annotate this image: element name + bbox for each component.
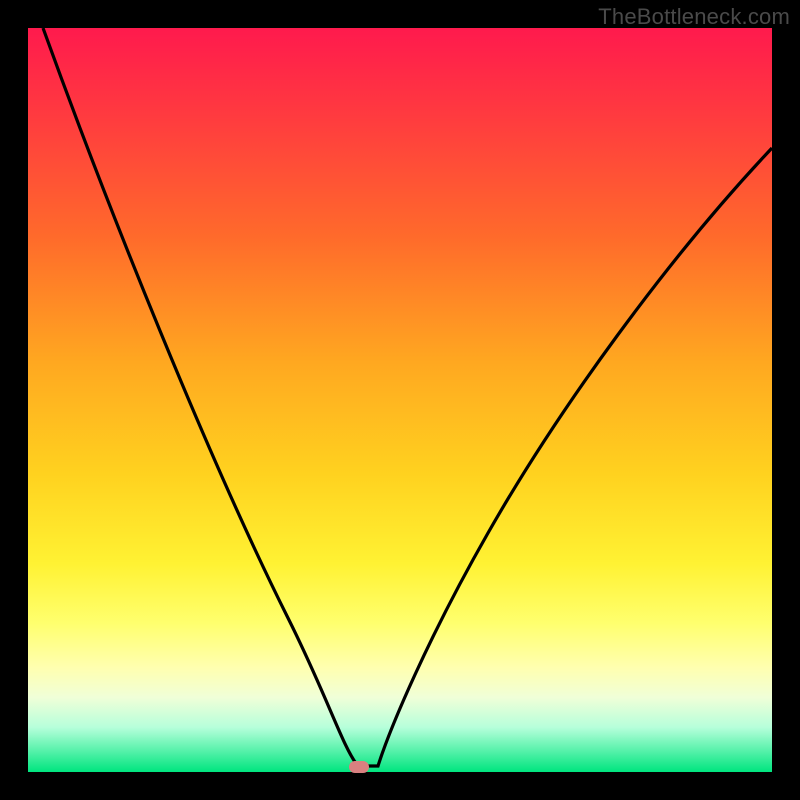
optimal-point-marker: [349, 761, 369, 773]
curve-path: [43, 28, 772, 766]
chart-frame: TheBottleneck.com: [0, 0, 800, 800]
bottleneck-curve: [28, 28, 772, 772]
watermark-text: TheBottleneck.com: [598, 4, 790, 30]
plot-area: [28, 28, 772, 772]
